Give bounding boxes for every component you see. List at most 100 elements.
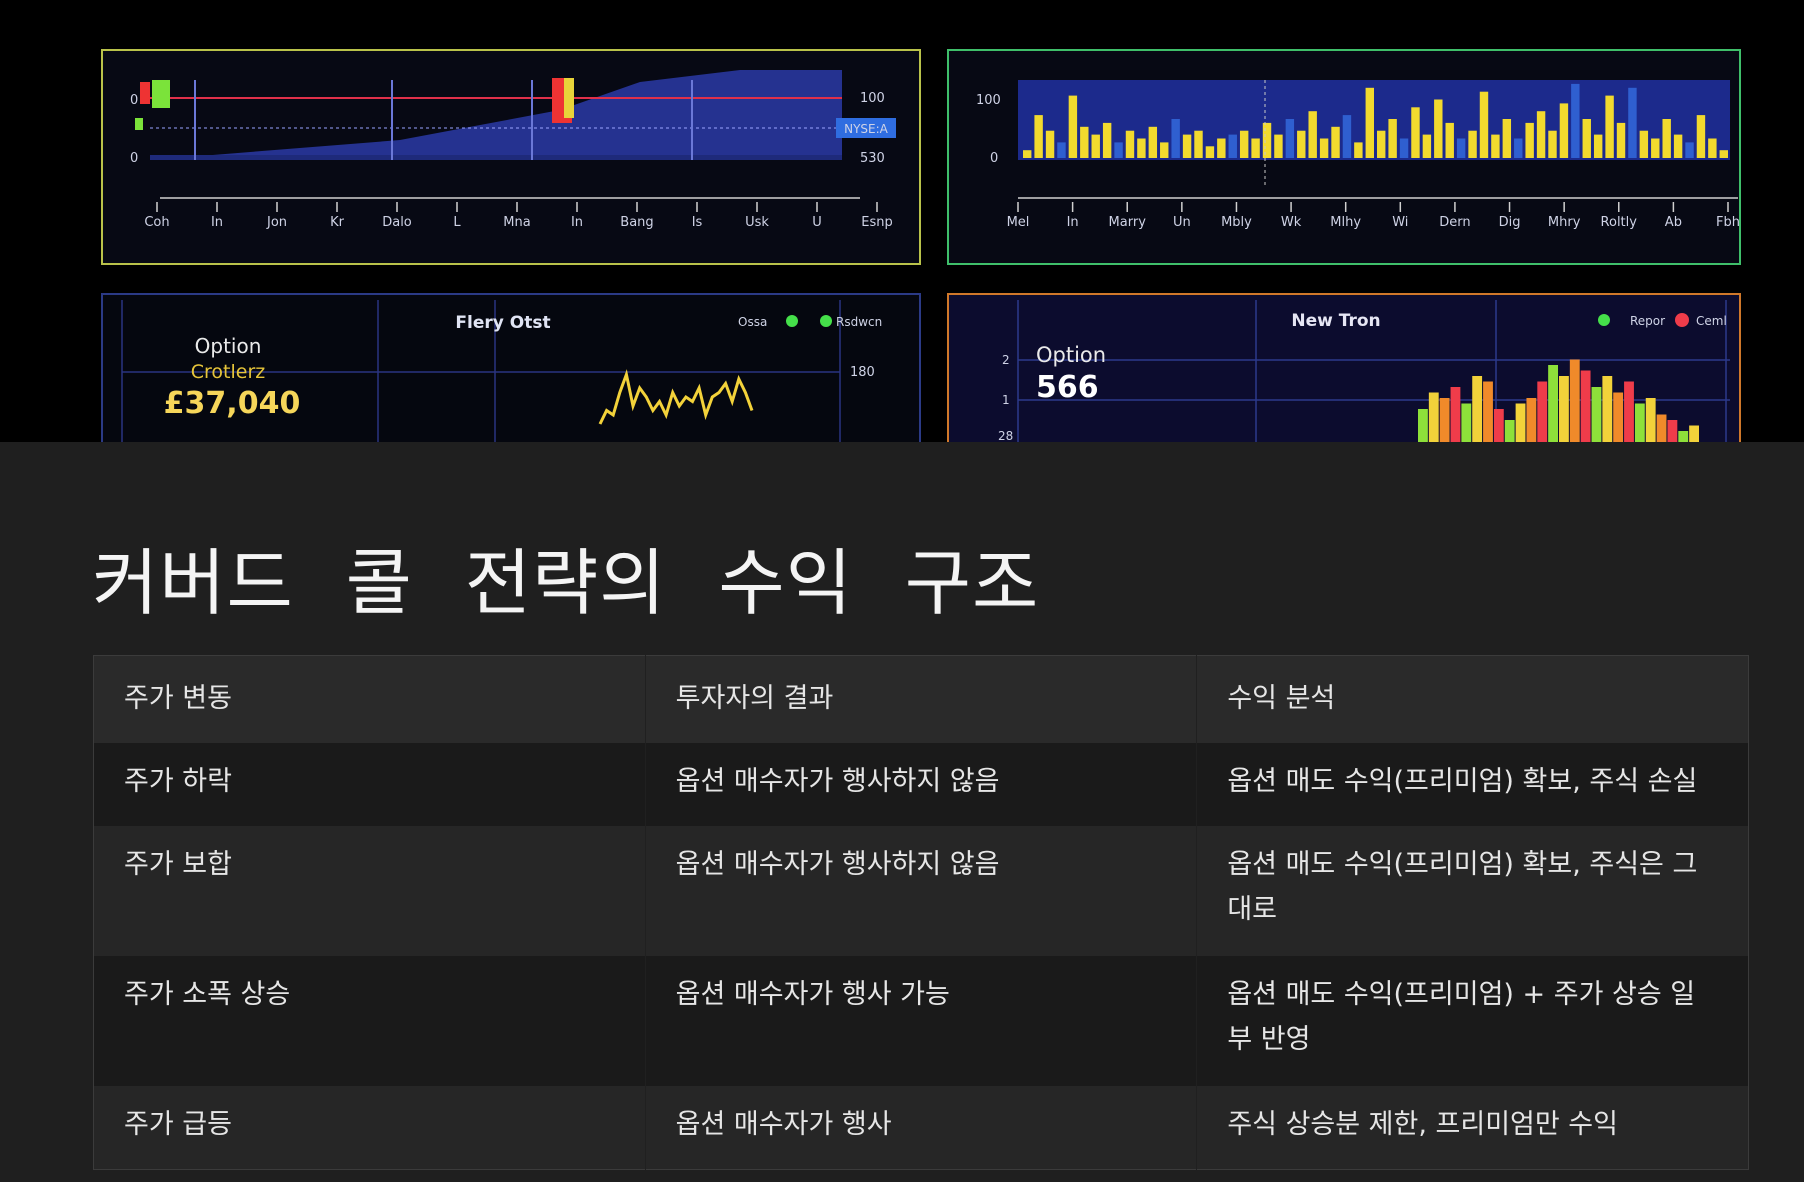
- bar: [1719, 150, 1728, 158]
- bar: [1377, 130, 1386, 158]
- x-tick-label: In: [1067, 215, 1079, 230]
- x-tick-label: Un: [1173, 215, 1191, 230]
- chart-title: Flery Otst: [455, 313, 550, 333]
- candle: [1537, 381, 1548, 442]
- bar: [1251, 138, 1260, 158]
- candle: [1483, 381, 1493, 442]
- option-label: Option: [1036, 343, 1106, 367]
- candle: [1602, 376, 1613, 442]
- x-tick-label: Wk: [1281, 215, 1302, 230]
- bar: [1388, 119, 1397, 158]
- bar: [1148, 126, 1158, 158]
- x-tick-label: Roltly: [1601, 215, 1638, 230]
- x-tick-label: Bang: [620, 215, 653, 230]
- x-tick-label: Jon: [266, 215, 287, 230]
- table-cell: 옵션 매도 수익(프리미엄) + 주가 상승 일부 반영: [1227, 979, 1696, 1055]
- candle: [1624, 381, 1634, 442]
- candle: [1450, 387, 1461, 442]
- table-cell: 주가 하락: [93, 743, 646, 826]
- bar: [1685, 142, 1694, 158]
- x-tick-label: L: [453, 215, 461, 230]
- table-cell: 옵션 매수자가 행사하지 않음: [645, 826, 1198, 956]
- bar: [1068, 95, 1078, 158]
- profit-structure-table: 주가 변동 투자자의 결과 수익 분석 주가 하락 옵션 매수자가 행사하지 않…: [93, 655, 1749, 1170]
- candle: [1418, 409, 1428, 442]
- section-heading: 커버드 콜 전략의 수익 구조: [92, 541, 1040, 625]
- candle: [1559, 376, 1569, 442]
- bar: [1548, 130, 1557, 158]
- candle: [1439, 398, 1450, 442]
- candle: [1678, 431, 1689, 442]
- bar: [1057, 142, 1066, 158]
- legend-label: Repor: [1630, 314, 1665, 328]
- x-tick-label: Mel: [1007, 215, 1030, 230]
- bar: [1125, 130, 1135, 158]
- bar: [1217, 138, 1226, 158]
- chart-panel-bottom-left: Flery Otst Ossa Rsdwcn Option Crotlerz £…: [101, 293, 921, 442]
- chart-panel-top-left: NYSE:A 0 0 100 530 Coh In Jon Kr Dalo L Mna In B…: [101, 49, 921, 265]
- candle: [1428, 392, 1439, 442]
- x-tick-label: Dig: [1499, 215, 1521, 230]
- table-cell: 주가 소폭 상승: [93, 956, 646, 1086]
- bar: [1114, 142, 1123, 158]
- x-tick-label: Is: [692, 215, 703, 230]
- table-cell: 옵션 매수자가 행사: [645, 1086, 1198, 1170]
- bar: [1434, 99, 1443, 158]
- bar: [1708, 138, 1717, 158]
- bar: [1274, 134, 1283, 158]
- candle: [1656, 414, 1667, 442]
- bar: [1582, 119, 1591, 158]
- chart-title: New Tron: [1291, 311, 1380, 331]
- x-tick-label: Fbh: [1716, 215, 1740, 230]
- bar: [1285, 119, 1295, 158]
- bar: [1605, 95, 1614, 158]
- bar: [1628, 87, 1637, 158]
- legend-label: Rsdwcn: [836, 315, 882, 329]
- bar: [1696, 115, 1706, 158]
- candle: [1667, 420, 1678, 442]
- option-label: Option: [195, 334, 262, 358]
- bar: [1034, 115, 1043, 158]
- x-tick-label: Mbly: [1221, 215, 1252, 230]
- y-tick-label: 100: [976, 93, 1001, 108]
- legend-label: Ceml: [1696, 314, 1727, 328]
- bar: [1593, 134, 1603, 158]
- legend-label: Ossa: [738, 315, 767, 329]
- right-tick-label: 180: [850, 365, 875, 380]
- bar: [1365, 87, 1374, 158]
- x-tick-label: Mna: [503, 215, 530, 230]
- y-tick-label: 1: [1002, 393, 1010, 407]
- x-tick-label: Marry: [1109, 215, 1147, 230]
- bar: [1331, 126, 1340, 158]
- x-tick-label: Ab: [1665, 215, 1682, 230]
- y-tick-label: 28: [998, 429, 1013, 442]
- bar: [1616, 122, 1626, 158]
- bar: [1262, 122, 1272, 158]
- bar: [1205, 146, 1215, 158]
- table-cell: 주가 보합: [93, 826, 646, 956]
- hero-image: NYSE:A 0 0 100 530 Coh In Jon Kr Dalo L Mna In B…: [0, 0, 1804, 442]
- candle: [1504, 420, 1515, 442]
- candle: [1515, 403, 1526, 442]
- bar: [1651, 138, 1660, 158]
- candle: [1613, 392, 1624, 442]
- bar: [1639, 130, 1649, 158]
- bar: [1023, 150, 1032, 158]
- bar: [1422, 134, 1432, 158]
- y-tick-label: 0: [990, 151, 998, 166]
- bar: [1171, 119, 1180, 158]
- bar: [1045, 130, 1055, 158]
- candle: [1548, 365, 1558, 442]
- table-row: 주가 소폭 상승 옵션 매수자가 행사 가능 옵션 매도 수익(프리미엄) + …: [93, 956, 1749, 1086]
- y-tick-label: 2: [1002, 353, 1010, 367]
- bar: [1182, 134, 1192, 158]
- right-tick-label: 530: [860, 151, 885, 166]
- x-tick-label: In: [571, 215, 583, 230]
- x-tick-label: In: [211, 215, 223, 230]
- x-tick-label: Coh: [144, 215, 169, 230]
- bar: [1137, 138, 1146, 158]
- x-tick-label: Wi: [1392, 215, 1408, 230]
- option-value: £37,040: [164, 386, 301, 421]
- chart-panel-top-right: 100 0 Mel In Marry Un Mbly Wk Mlhy Wi Dern Dig Mhr…: [947, 49, 1741, 265]
- bar: [1297, 130, 1306, 158]
